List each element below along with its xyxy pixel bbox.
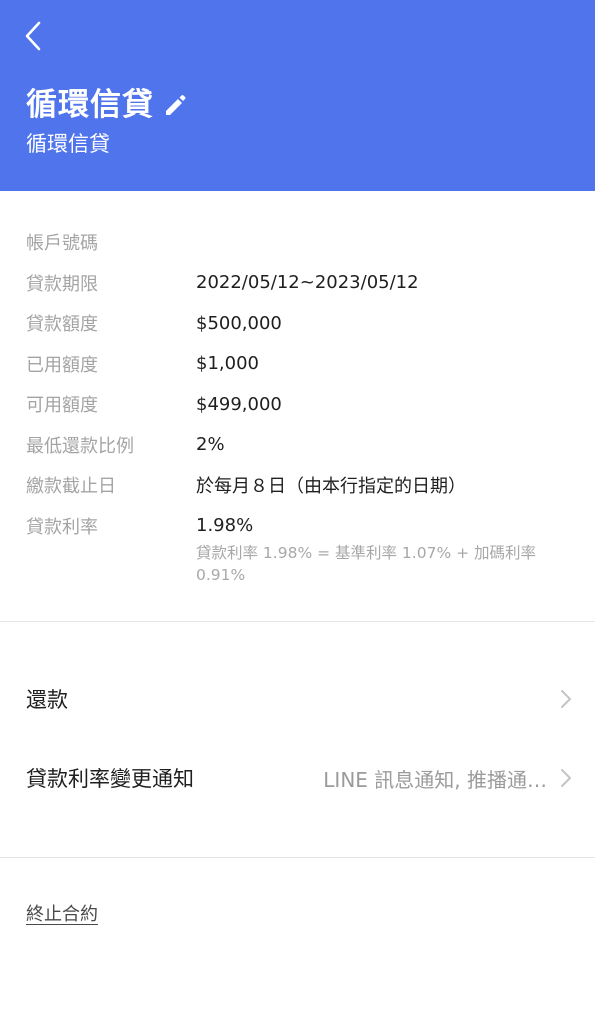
rate-change-notice-menu-item[interactable]: 貸款利率變更通知 LINE 訊息通知, 推播通… (0, 748, 595, 808)
detail-value: 1.98% (196, 515, 254, 537)
chevron-right-icon (561, 690, 571, 708)
detail-row-available-limit: 可用額度 $499,000 (26, 384, 571, 425)
detail-value: 於每月８日（由本行指定的日期） (196, 476, 466, 498)
detail-row-min-repayment-ratio: 最低還款比例 2% (26, 425, 571, 466)
detail-label: 已用額度 (26, 354, 98, 376)
back-button[interactable] (18, 16, 52, 56)
header-bar: 循環信貸 循環信貸 (0, 0, 595, 191)
detail-row-interest-rate: 貸款利率 1.98% (26, 506, 571, 547)
detail-value: 2% (196, 434, 225, 456)
section-divider (0, 857, 595, 858)
chevron-left-icon (25, 21, 41, 51)
section-divider (0, 621, 595, 622)
detail-label: 最低還款比例 (26, 435, 134, 457)
rate-breakdown-note: 貸款利率 1.98% = 基準利率 1.07% + 加碼利率 0.91% (196, 544, 537, 584)
detail-label: 貸款期限 (26, 273, 98, 295)
detail-value: $1,000 (196, 353, 259, 375)
rate-change-notice-label: 貸款利率變更通知 (26, 767, 194, 791)
detail-value: $499,000 (196, 393, 282, 415)
page-subtitle: 循環信貸 (26, 132, 110, 156)
detail-label: 繳款截止日 (26, 476, 116, 498)
detail-label: 可用額度 (26, 395, 98, 417)
detail-label: 帳戶號碼 (26, 233, 98, 255)
repay-menu-item[interactable]: 還款 (0, 669, 595, 729)
detail-row-used-limit: 已用額度 $1,000 (26, 344, 571, 385)
loan-details: 帳戶號碼 貸款期限 2022/05/12~2023/05/12 貸款額度 $50… (26, 222, 571, 546)
detail-row-loan-term: 貸款期限 2022/05/12~2023/05/12 (26, 263, 571, 304)
page-title: 循環信貸 (26, 87, 154, 123)
detail-row-account-number: 帳戶號碼 (26, 222, 571, 263)
pencil-icon[interactable] (162, 92, 188, 118)
repay-label: 還款 (26, 688, 68, 712)
chevron-right-icon (561, 769, 571, 787)
detail-label: 貸款額度 (26, 314, 98, 336)
detail-value: 2022/05/12~2023/05/12 (196, 272, 419, 294)
title-row: 循環信貸 (26, 83, 188, 127)
rate-change-notice-value: LINE 訊息通知, 推播通… (323, 767, 547, 792)
detail-row-payment-due-date: 繳款截止日 於每月８日（由本行指定的日期） (26, 465, 571, 506)
detail-row-credit-limit: 貸款額度 $500,000 (26, 303, 571, 344)
terminate-contract-link[interactable]: 終止合約 (26, 900, 98, 926)
detail-value: $500,000 (196, 312, 282, 334)
detail-label: 貸款利率 (26, 516, 98, 538)
